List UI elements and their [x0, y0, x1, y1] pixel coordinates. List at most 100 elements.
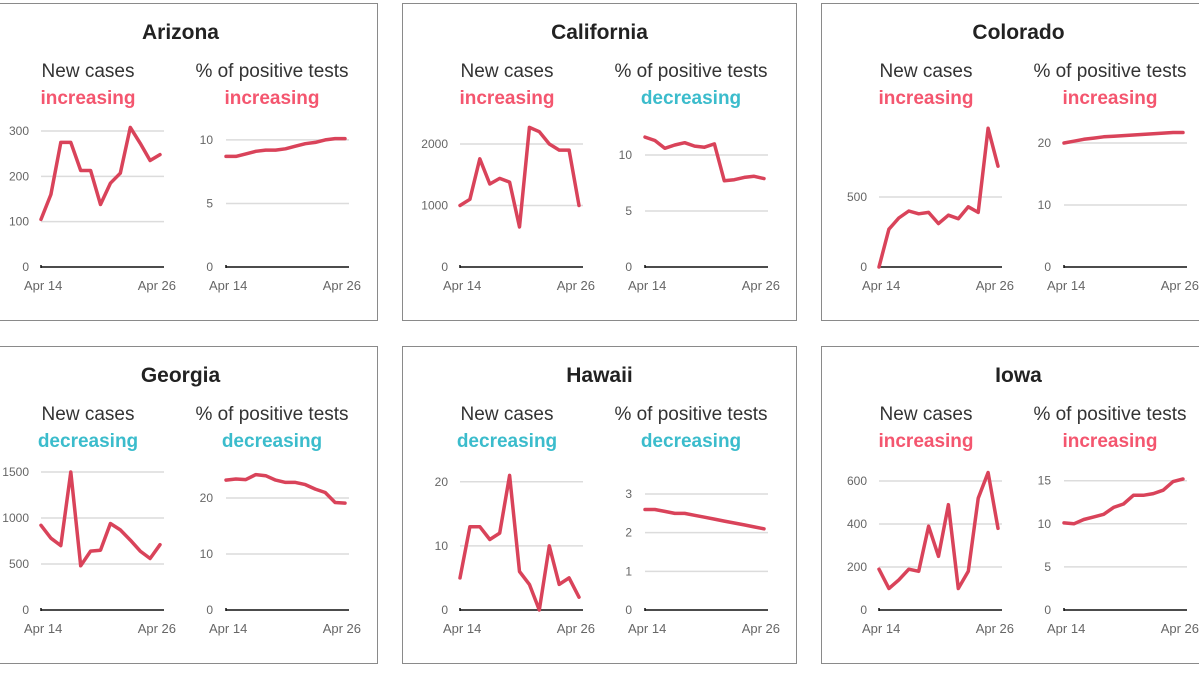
x-tick-label: Apr 26	[557, 621, 595, 636]
trend-label: increasing	[40, 88, 136, 109]
y-tick-label: 400	[847, 517, 867, 531]
positive-tests-label: % of positive tests	[1033, 404, 1187, 425]
y-tick-label: 0	[206, 603, 213, 617]
state-charts-svg: 0 10 20 Apr 14 Apr 26 0 1 2 3 Apr 14 Apr 26	[435, 473, 780, 636]
y-tick-label: 10	[200, 133, 214, 147]
y-tick-label: 10	[1038, 198, 1052, 212]
y-tick-label: 0	[22, 603, 29, 617]
trend-label: increasing	[1062, 88, 1158, 109]
x-tick-label: Apr 26	[1161, 278, 1199, 293]
state-charts-svg: 0 200 400 600 Apr 14 Apr 26 0 5 10 15 Apr 14 Apr 26	[847, 470, 1199, 636]
state-panel-colorado: Colorado 0 500 Apr 14 Apr 26 0 10 20 Apr 14 Apr 2…	[821, 3, 1199, 321]
y-tick-label: 0	[625, 603, 632, 617]
state-panel-georgia: Georgia 0 500 1000 1500 Apr 14 Apr 26 0 10 20 Apr …	[0, 346, 378, 664]
x-tick-label: Apr 14	[862, 621, 900, 636]
trend-label: decreasing	[221, 431, 323, 452]
y-tick-label: 20	[1038, 136, 1052, 150]
x-tick-label: Apr 26	[1161, 621, 1199, 636]
new-cases-chart: 0 500 1000 1500 Apr 14 Apr 26	[2, 465, 176, 636]
x-tick-label: Apr 14	[628, 278, 666, 293]
state-panel-iowa: Iowa 0 200 400 600 Apr 14 Apr 26 0 5 10 15 Apr 14 Ap…	[821, 346, 1199, 664]
y-tick-label: 0	[625, 260, 632, 274]
y-tick-label: 500	[9, 557, 29, 571]
x-tick-label: Apr 26	[323, 621, 361, 636]
y-tick-label: 10	[435, 539, 449, 553]
series-line	[39, 125, 162, 222]
state-panel-california: California 0 1000 2000 Apr 14 Apr 26 0 5 10 Apr 1…	[402, 3, 797, 321]
series-line	[39, 470, 162, 568]
positive-tests-label: % of positive tests	[195, 61, 349, 82]
x-tick-label: Apr 26	[976, 621, 1014, 636]
y-tick-label: 200	[847, 560, 867, 574]
x-tick-label: Apr 14	[24, 621, 62, 636]
new-cases-chart: 0 200 400 600 Apr 14 Apr 26	[847, 470, 1014, 636]
x-tick-label: Apr 14	[443, 621, 481, 636]
new-cases-label: New cases	[460, 404, 554, 425]
new-cases-label: New cases	[879, 404, 973, 425]
y-tick-label: 500	[847, 190, 867, 204]
new-cases-label: New cases	[41, 404, 135, 425]
y-tick-label: 20	[435, 475, 449, 489]
y-tick-label: 600	[847, 474, 867, 488]
series-line	[643, 507, 766, 531]
y-tick-label: 0	[206, 260, 213, 274]
positive-tests-label: % of positive tests	[614, 404, 768, 425]
x-tick-label: Apr 26	[138, 278, 176, 293]
y-tick-label: 20	[200, 491, 214, 505]
x-tick-label: Apr 14	[24, 278, 62, 293]
y-tick-label: 0	[1044, 603, 1051, 617]
new-cases-chart: 0 100 200 300 Apr 14 Apr 26	[9, 124, 176, 293]
x-tick-label: Apr 14	[209, 278, 247, 293]
positive-tests-chart: 0 1 2 3 Apr 14 Apr 26	[625, 487, 780, 636]
x-tick-label: Apr 26	[976, 278, 1014, 293]
y-tick-label: 0	[441, 260, 448, 274]
trend-label: decreasing	[640, 88, 742, 109]
y-tick-label: 10	[619, 148, 633, 162]
positive-tests-chart: 0 5 10 Apr 14 Apr 26	[200, 133, 361, 293]
y-tick-label: 100	[9, 215, 29, 229]
y-tick-label: 0	[441, 603, 448, 617]
positive-tests-chart: 0 5 10 Apr 14 Apr 26	[619, 135, 780, 293]
trend-label: decreasing	[37, 431, 139, 452]
trend-label: decreasing	[456, 431, 558, 452]
series-line	[458, 473, 581, 612]
series-line	[458, 125, 581, 229]
x-tick-label: Apr 26	[138, 621, 176, 636]
new-cases-chart: 0 1000 2000 Apr 14 Apr 26	[421, 125, 595, 293]
series-line	[224, 136, 347, 159]
x-tick-label: Apr 14	[1047, 278, 1085, 293]
y-tick-label: 10	[1038, 517, 1052, 531]
y-tick-label: 1500	[2, 465, 29, 479]
series-line	[224, 472, 347, 505]
y-tick-label: 1000	[2, 511, 29, 525]
new-cases-chart: 0 500 Apr 14 Apr 26	[847, 126, 1014, 293]
state-charts-svg: 0 100 200 300 Apr 14 Apr 26 0 5 10 Apr 14 Apr 26	[9, 124, 361, 293]
x-tick-label: Apr 26	[557, 278, 595, 293]
series-line	[877, 470, 1000, 591]
x-tick-label: Apr 14	[862, 278, 900, 293]
trend-label: decreasing	[640, 431, 742, 452]
positive-tests-label: % of positive tests	[614, 61, 768, 82]
y-tick-label: 2	[625, 526, 632, 540]
y-tick-label: 3	[625, 487, 632, 501]
x-tick-label: Apr 14	[1047, 621, 1085, 636]
y-tick-label: 0	[860, 260, 867, 274]
x-tick-label: Apr 14	[209, 621, 247, 636]
x-tick-label: Apr 14	[628, 621, 666, 636]
x-tick-label: Apr 26	[742, 621, 780, 636]
y-tick-label: 1000	[421, 198, 448, 212]
new-cases-chart: 0 10 20 Apr 14 Apr 26	[435, 473, 595, 636]
y-tick-label: 0	[22, 260, 29, 274]
x-tick-label: Apr 26	[323, 278, 361, 293]
x-tick-label: Apr 26	[742, 278, 780, 293]
trend-label: increasing	[459, 88, 555, 109]
series-line	[643, 135, 766, 183]
new-cases-label: New cases	[460, 61, 554, 82]
y-tick-label: 5	[625, 204, 632, 218]
x-tick-label: Apr 14	[443, 278, 481, 293]
y-tick-label: 0	[860, 603, 867, 617]
series-line	[1062, 477, 1185, 526]
y-tick-label: 15	[1038, 474, 1052, 488]
positive-tests-label: % of positive tests	[195, 404, 349, 425]
series-line	[1062, 130, 1185, 145]
